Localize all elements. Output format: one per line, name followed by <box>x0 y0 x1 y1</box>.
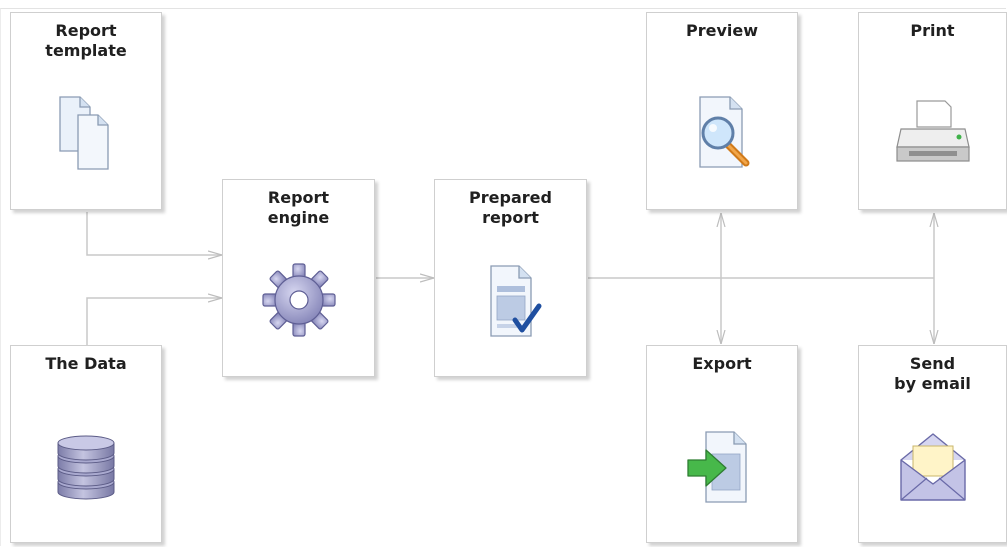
node-label: Report template <box>45 21 127 60</box>
edge-data-to-engine <box>86 298 222 345</box>
documents-icon <box>46 93 126 173</box>
checked-document-icon <box>471 262 551 342</box>
envelope-icon <box>893 426 973 506</box>
node-export[interactable]: Export <box>646 345 798 543</box>
node-label: Report engine <box>267 188 330 227</box>
magnifier-document-icon <box>682 93 762 173</box>
node-label: Print <box>910 21 955 40</box>
edge-template-to-engine <box>86 212 222 255</box>
node-print[interactable]: Print <box>858 12 1007 210</box>
export-document-icon <box>682 428 762 508</box>
node-the-data[interactable]: The Data <box>10 345 162 543</box>
node-preview[interactable]: Preview <box>646 12 798 210</box>
node-report-template[interactable]: Report template <box>10 12 162 210</box>
node-label: Preview <box>685 21 758 40</box>
node-label: Prepared report <box>469 188 552 227</box>
node-label: Send by email <box>894 354 971 393</box>
node-report-engine[interactable]: Report engine <box>222 179 375 377</box>
database-icon <box>46 424 126 504</box>
node-send-by-email[interactable]: Send by email <box>858 345 1007 543</box>
node-prepared-report[interactable]: Prepared report <box>434 179 587 377</box>
node-label: Export <box>692 354 752 373</box>
node-label: The Data <box>45 354 127 373</box>
gear-icon <box>259 260 339 340</box>
printer-icon <box>893 93 973 173</box>
